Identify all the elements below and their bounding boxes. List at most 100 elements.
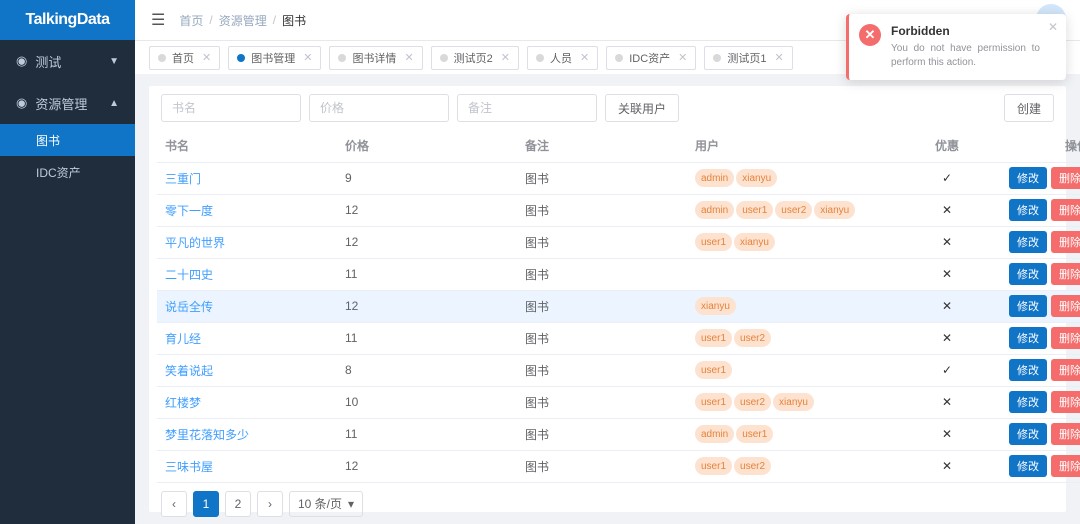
delete-button[interactable]: 删除	[1051, 455, 1080, 477]
x-icon: ✕	[942, 267, 952, 281]
filter-note[interactable]	[457, 94, 597, 122]
page-number[interactable]: 1	[193, 491, 219, 517]
tab-dot-icon	[615, 54, 623, 62]
prev-page[interactable]: ‹	[161, 491, 187, 517]
col-fav: 优惠	[897, 130, 997, 162]
submenu-item[interactable]: IDC资产	[0, 156, 135, 188]
book-price: 12	[337, 290, 517, 322]
user-badge: xianyu	[814, 201, 855, 219]
edit-button[interactable]: 修改	[1009, 231, 1047, 253]
user-badge: user1	[695, 329, 732, 347]
book-name[interactable]: 零下一度	[165, 204, 213, 218]
page-number[interactable]: 2	[225, 491, 251, 517]
book-name[interactable]: 笑着说起	[165, 364, 213, 378]
breadcrumb-item[interactable]: 资源管理	[219, 12, 267, 29]
close-icon[interactable]: ✕	[404, 51, 413, 64]
x-icon: ✕	[942, 331, 952, 345]
tab[interactable]: IDC资产✕	[606, 46, 696, 70]
book-note: 图书	[517, 194, 687, 226]
close-icon[interactable]: ✕	[775, 51, 784, 64]
menu-label: 测试	[35, 52, 61, 71]
breadcrumb: 首页 / 资源管理 / 图书	[179, 12, 306, 29]
delete-button[interactable]: 删除	[1051, 423, 1080, 445]
table-row: 笑着说起8图书user1✓修改删除	[157, 354, 1080, 386]
book-price: 12	[337, 450, 517, 482]
edit-button[interactable]: 修改	[1009, 199, 1047, 221]
book-note: 图书	[517, 226, 687, 258]
book-name[interactable]: 三味书屋	[165, 460, 213, 474]
close-icon[interactable]: ✕	[303, 51, 312, 64]
tab[interactable]: 图书详情✕	[329, 46, 422, 70]
user-badge: xianyu	[734, 233, 775, 251]
delete-button[interactable]: 删除	[1051, 231, 1080, 253]
book-name[interactable]: 梦里花落知多少	[165, 428, 249, 442]
close-icon[interactable]: ✕	[580, 51, 589, 64]
hamburger-icon[interactable]: ☰	[151, 10, 165, 30]
close-icon[interactable]: ✕	[678, 51, 687, 64]
submenu-item[interactable]: 图书	[0, 124, 135, 156]
chevron-down-icon: ▼	[109, 56, 119, 67]
edit-button[interactable]: 修改	[1009, 423, 1047, 445]
book-note: 图书	[517, 450, 687, 482]
menu-label: 资源管理	[35, 94, 87, 113]
edit-button[interactable]: 修改	[1009, 327, 1047, 349]
book-name[interactable]: 二十四史	[165, 268, 213, 282]
edit-button[interactable]: 修改	[1009, 359, 1047, 381]
user-badge: user1	[736, 425, 773, 443]
close-icon[interactable]: ✕	[501, 51, 510, 64]
breadcrumb-item: 图书	[282, 12, 306, 29]
delete-button[interactable]: 删除	[1051, 263, 1080, 285]
pager: ‹12›10 条/页▾	[157, 483, 1058, 517]
delete-button[interactable]: 删除	[1051, 391, 1080, 413]
create-button[interactable]: 创建	[1004, 94, 1054, 122]
next-page[interactable]: ›	[257, 491, 283, 517]
relate-user-button[interactable]: 关联用户	[605, 94, 679, 122]
menu-item[interactable]: ◉测试▼	[0, 40, 135, 82]
edit-button[interactable]: 修改	[1009, 167, 1047, 189]
user-badge: user1	[695, 233, 732, 251]
filter-name[interactable]	[161, 94, 301, 122]
page-size-select[interactable]: 10 条/页▾	[289, 491, 363, 517]
book-note: 图书	[517, 258, 687, 290]
delete-button[interactable]: 删除	[1051, 167, 1080, 189]
delete-button[interactable]: 删除	[1051, 327, 1080, 349]
delete-button[interactable]: 删除	[1051, 359, 1080, 381]
toast-title: Forbidden	[891, 24, 1040, 38]
col-name: 书名	[157, 130, 337, 162]
book-name[interactable]: 三重门	[165, 172, 201, 186]
tab[interactable]: 测试页1✕	[704, 46, 792, 70]
close-icon[interactable]: ✕	[202, 51, 211, 64]
x-icon: ✕	[942, 459, 952, 473]
edit-button[interactable]: 修改	[1009, 455, 1047, 477]
filter-price[interactable]	[309, 94, 449, 122]
table-row: 三味书屋12图书user1user2✕修改删除	[157, 450, 1080, 482]
edit-button[interactable]: 修改	[1009, 263, 1047, 285]
user-badge: user1	[695, 393, 732, 411]
menu-item[interactable]: ◉资源管理▲	[0, 82, 135, 124]
chevron-down-icon: ▾	[348, 497, 354, 511]
edit-button[interactable]: 修改	[1009, 391, 1047, 413]
tab[interactable]: 首页✕	[149, 46, 220, 70]
tab[interactable]: 人员✕	[527, 46, 598, 70]
book-price: 9	[337, 162, 517, 194]
user-badge: admin	[695, 169, 734, 187]
book-name[interactable]: 育儿经	[165, 332, 201, 346]
book-name[interactable]: 说岳全传	[165, 300, 213, 314]
tab[interactable]: 图书管理✕	[228, 46, 321, 70]
user-badge: user2	[734, 393, 771, 411]
delete-button[interactable]: 删除	[1051, 295, 1080, 317]
edit-button[interactable]: 修改	[1009, 295, 1047, 317]
book-price: 11	[337, 322, 517, 354]
tab-dot-icon	[237, 54, 245, 62]
delete-button[interactable]: 删除	[1051, 199, 1080, 221]
tab[interactable]: 测试页2✕	[431, 46, 519, 70]
book-note: 图书	[517, 386, 687, 418]
breadcrumb-item[interactable]: 首页	[179, 12, 203, 29]
book-name[interactable]: 红楼梦	[165, 396, 201, 410]
close-icon[interactable]: ✕	[1048, 20, 1058, 34]
book-price: 8	[337, 354, 517, 386]
menu-icon: ◉	[16, 95, 27, 111]
book-note: 图书	[517, 354, 687, 386]
table-row: 红楼梦10图书user1user2xianyu✕修改删除	[157, 386, 1080, 418]
book-name[interactable]: 平凡的世界	[165, 236, 225, 250]
